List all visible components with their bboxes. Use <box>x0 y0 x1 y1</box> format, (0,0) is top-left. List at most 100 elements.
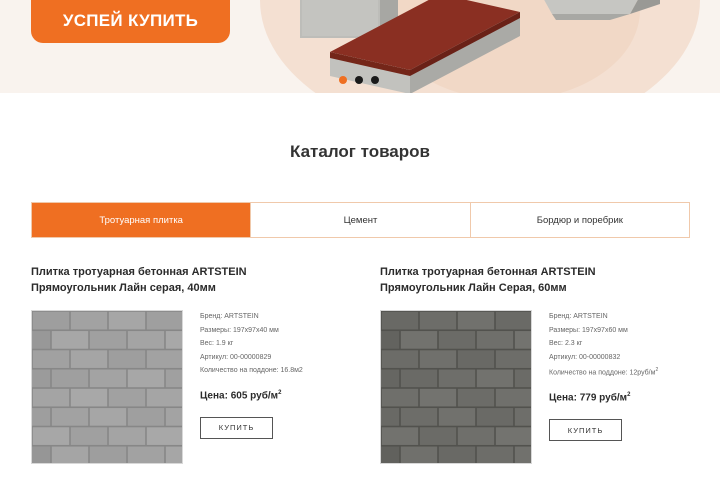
product-size: Размеры: 197x97x60 мм <box>549 326 628 334</box>
price-text: Цена: 779 руб/м <box>549 392 628 404</box>
paving-brick <box>457 388 495 407</box>
catalog-title: Каталог товаров <box>290 142 430 161</box>
product-pallet: Количество на поддоне: 16.8м2 <box>200 367 303 374</box>
paving-brick <box>381 350 419 368</box>
paving-brick <box>70 350 108 368</box>
paving-brick <box>381 311 419 330</box>
product-card: Плитка тротуарная бетонная ARTSTEIN Прям… <box>31 264 351 465</box>
paving-brick <box>146 350 182 368</box>
paving-brick <box>165 369 182 388</box>
pallet-unit-sup: 2 <box>655 367 659 373</box>
paving-brick <box>495 311 531 330</box>
tab-paving-tiles[interactable]: Тротуарная плитка <box>32 203 252 237</box>
paving-brick <box>400 369 438 388</box>
product-size: Размеры: 197x97x40 мм <box>200 326 279 334</box>
paving-brick <box>419 311 457 330</box>
paving-brick <box>32 369 51 388</box>
product-sku: Артикул: 00-00000829 <box>200 353 272 361</box>
gray-brick-right <box>544 0 660 20</box>
paving-brick <box>476 369 514 388</box>
product-weight: Вес: 2.3 кг <box>549 340 583 347</box>
paving-brick <box>514 408 531 426</box>
paving-brick <box>514 369 531 388</box>
paving-brick <box>127 331 165 349</box>
paving-brick <box>108 427 146 445</box>
paving-brick <box>165 408 182 426</box>
tab-curbs[interactable]: Бордюр и поребрик <box>470 203 689 237</box>
paving-brick <box>51 446 89 463</box>
paving-brick <box>419 350 457 368</box>
paving-brick <box>381 446 400 463</box>
paving-brick <box>146 311 182 330</box>
paving-brick <box>127 446 165 463</box>
paving-brick <box>127 408 165 426</box>
buy-button[interactable]: КУПИТЬ <box>549 419 622 442</box>
pallet-text: Количество на поддоне: 12руб/м <box>549 369 656 377</box>
catalog-tabs: Тротуарная плитка Цемент Бордюр и поребр… <box>31 202 690 238</box>
paving-brick <box>438 446 476 463</box>
paving-tile-pattern <box>32 311 182 463</box>
paving-brick <box>381 369 400 388</box>
price-unit-sup: 2 <box>627 391 631 398</box>
slider-dots <box>339 76 379 84</box>
paving-brick <box>457 350 495 368</box>
paving-tile-pattern <box>381 311 531 463</box>
price-unit-sup: 2 <box>278 389 282 396</box>
product-title[interactable]: Плитка тротуарная бетонная ARTSTEIN Прям… <box>31 264 351 296</box>
paving-brick <box>32 311 70 330</box>
paving-brick <box>400 446 438 463</box>
paving-brick <box>495 388 531 407</box>
slider-dot-1[interactable] <box>339 76 347 84</box>
paving-brick <box>89 446 127 463</box>
product-pallet: Количество на поддоне: 12руб/м2 <box>549 364 709 380</box>
paving-brick <box>476 408 514 426</box>
paving-brick <box>32 388 70 407</box>
paving-brick <box>127 369 165 388</box>
slider-dot-2[interactable] <box>355 76 363 84</box>
paving-brick <box>514 331 531 349</box>
paving-brick <box>70 388 108 407</box>
product-price: Цена: 605 руб/м2 <box>200 390 360 401</box>
product-weight: Вес: 1.9 кг <box>200 340 234 347</box>
paving-brick <box>514 446 531 463</box>
price-text: Цена: 605 руб/м <box>200 389 279 401</box>
paving-brick <box>381 427 419 445</box>
paving-brick <box>146 388 182 407</box>
product-brand: Бренд: ARTSTEIN <box>200 313 259 320</box>
paving-brick <box>89 408 127 426</box>
paving-brick <box>165 446 182 463</box>
product-image[interactable] <box>380 310 532 464</box>
paving-brick <box>400 408 438 426</box>
paving-brick <box>438 408 476 426</box>
hero-banner: УСПЕЙ КУПИТЬ <box>0 0 720 93</box>
paving-brick <box>108 350 146 368</box>
paving-brick <box>495 427 531 445</box>
hurry-buy-button[interactable]: УСПЕЙ КУПИТЬ <box>31 0 230 43</box>
product-title-line: Плитка тротуарная бетонная ARTSTEIN <box>31 266 247 278</box>
product-title[interactable]: Плитка тротуарная бетонная ARTSTEIN Прям… <box>380 264 700 296</box>
paving-brick <box>476 446 514 463</box>
paving-brick <box>51 408 89 426</box>
buy-button[interactable]: КУПИТЬ <box>200 416 273 439</box>
paving-brick <box>381 408 400 426</box>
paving-brick <box>108 311 146 330</box>
paving-brick <box>51 369 89 388</box>
product-card: Плитка тротуарная бетонная ARTSTEIN Прям… <box>380 264 700 465</box>
paving-brick <box>89 331 127 349</box>
paving-brick <box>476 331 514 349</box>
product-title-line: Прямоугольник Лайн серая, 40мм <box>31 282 216 294</box>
paving-brick <box>438 331 476 349</box>
tab-cement[interactable]: Цемент <box>251 203 471 237</box>
paving-brick <box>51 331 89 349</box>
paving-brick <box>32 350 70 368</box>
paving-brick <box>457 311 495 330</box>
paving-brick <box>457 427 495 445</box>
paving-brick <box>32 408 51 426</box>
paving-brick <box>32 446 51 463</box>
paving-brick <box>165 331 182 349</box>
paving-brick <box>70 427 108 445</box>
paving-brick <box>419 388 457 407</box>
paving-brick <box>381 388 419 407</box>
product-image[interactable] <box>31 310 183 464</box>
slider-dot-3[interactable] <box>371 76 379 84</box>
